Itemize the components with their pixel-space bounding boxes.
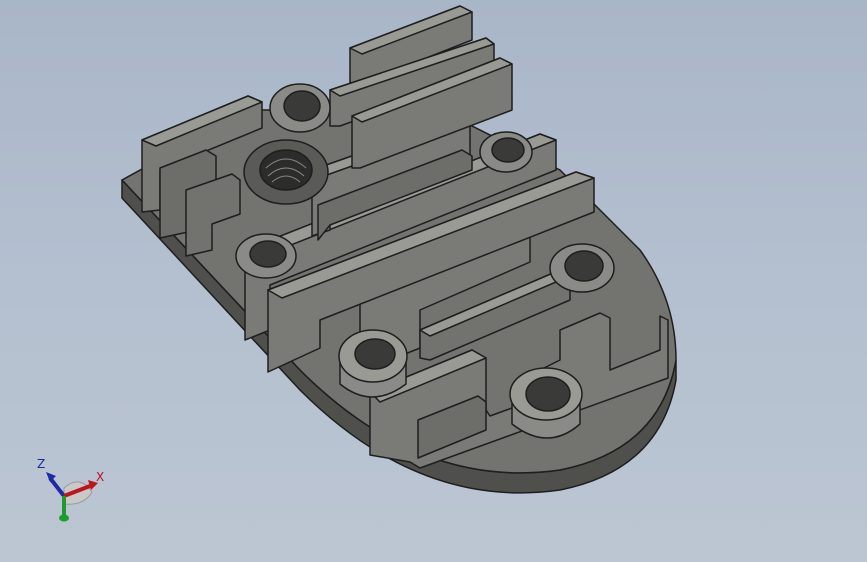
coordinate-triad: Z X [28,452,118,532]
boss-left-mid [235,233,297,279]
heatsink-cover-3d-model[interactable] [0,0,867,562]
z-axis-arrow [48,476,66,498]
triad-x-label: X [96,470,105,484]
boss-right-mid [549,243,615,293]
triad-z-label: Z [37,457,46,471]
boss-right-top [479,131,533,173]
boss-top [269,83,331,133]
threaded-port [243,139,329,205]
boss-front-right [509,367,583,439]
3d-viewport[interactable]: Z X [0,0,867,562]
boss-front-left [338,329,408,398]
